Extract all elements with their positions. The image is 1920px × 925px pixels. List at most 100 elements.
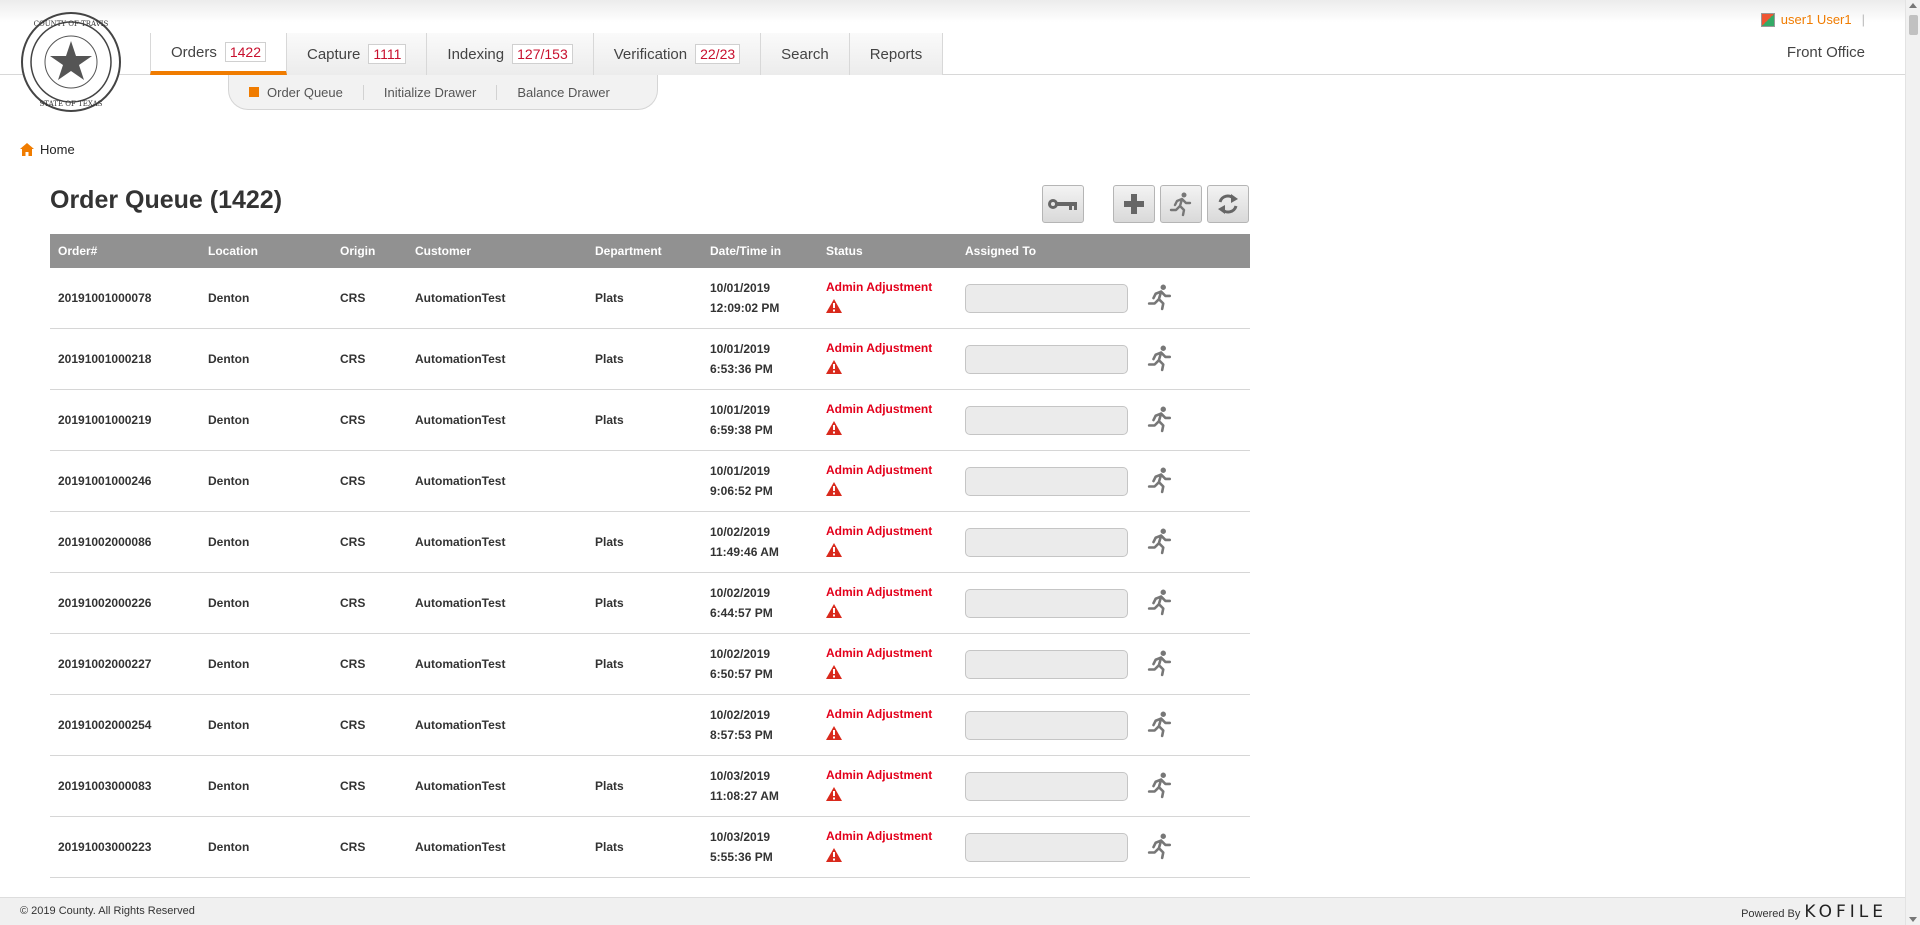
tab-search[interactable]: Search	[761, 33, 850, 75]
running-man-icon[interactable]	[1147, 528, 1173, 558]
subnav-initialize-drawer[interactable]: Initialize Drawer	[364, 84, 498, 100]
tab-reports[interactable]: Reports	[849, 33, 944, 75]
tab-label: Verification	[613, 45, 688, 63]
order-number[interactable]: 20191001000218	[50, 352, 200, 366]
col-header-origin[interactable]: Origin	[332, 244, 407, 258]
order-origin: CRS	[340, 657, 366, 671]
breadcrumb-home[interactable]: Home	[40, 142, 75, 157]
running-man-icon[interactable]	[1147, 772, 1173, 802]
order-number[interactable]: 20191002000086	[50, 535, 200, 549]
table-row[interactable]: 20191002000086 Denton CRS AutomationTest Pla…	[50, 512, 1250, 573]
order-date: 10/01/2019	[710, 342, 771, 356]
tab-verification[interactable]: Verification 22/23	[593, 33, 762, 75]
running-man-icon[interactable]	[1147, 284, 1173, 314]
table-row[interactable]: 20191001000218 Denton CRS AutomationTest Pla…	[50, 329, 1250, 390]
col-header-customer[interactable]: Customer	[407, 244, 587, 258]
table-row[interactable]: 20191003000083 Denton CRS AutomationTest Pla…	[50, 756, 1250, 817]
order-date: 10/02/2019	[710, 708, 771, 722]
table-row[interactable]: 20191001000078 Denton CRS AutomationTest Pla…	[50, 268, 1250, 329]
scroll-down-arrow-icon[interactable]	[1909, 917, 1917, 922]
warning-icon	[826, 726, 957, 743]
col-header-status[interactable]: Status	[818, 244, 957, 258]
order-customer: AutomationTest	[415, 596, 506, 610]
table-row[interactable]: 20191001000219 Denton CRS AutomationTest Pla…	[50, 390, 1250, 451]
subnav-order-queue[interactable]: Order Queue	[229, 84, 364, 100]
order-number[interactable]: 20191001000246	[50, 474, 200, 488]
row-actions	[1137, 527, 1207, 558]
row-actions	[1137, 283, 1207, 314]
order-time: 6:50:57 PM	[710, 667, 773, 681]
assigned-to-field[interactable]	[965, 710, 1128, 740]
order-time: 9:06:52 PM	[710, 484, 773, 498]
user-name[interactable]: user1 User1	[1781, 12, 1852, 27]
assigned-to-field[interactable]	[965, 588, 1128, 618]
col-header-department[interactable]: Department	[587, 244, 702, 258]
user-menu[interactable]: user1 User1 |	[1760, 12, 1865, 27]
front-office-link[interactable]: Front Office	[1787, 44, 1865, 61]
assigned-to-field[interactable]	[965, 405, 1128, 435]
warning-icon	[826, 665, 957, 682]
assigned-to-field[interactable]	[965, 649, 1128, 679]
running-man-icon[interactable]	[1147, 589, 1173, 619]
order-number[interactable]: 20191002000254	[50, 718, 200, 732]
order-number[interactable]: 20191001000219	[50, 413, 200, 427]
assigned-to-field[interactable]	[965, 344, 1128, 374]
status-text: Admin Adjustment	[826, 341, 933, 355]
footer: © 2019 County. All Rights Reserved Power…	[0, 897, 1905, 925]
order-datetime: 10/01/2019 6:53:36 PM	[702, 339, 818, 379]
order-number[interactable]: 20191002000226	[50, 596, 200, 610]
page-title: Order Queue (1422)	[50, 186, 283, 214]
running-man-icon[interactable]	[1147, 406, 1173, 436]
tab-orders[interactable]: Orders 1422	[150, 33, 287, 75]
order-number[interactable]: 20191003000223	[50, 840, 200, 854]
order-origin: CRS	[340, 596, 366, 610]
kofile-logo[interactable]: KOFILE	[1804, 902, 1887, 922]
order-datetime: 10/03/2019 11:08:27 AM	[702, 766, 818, 806]
order-status: Admin Adjustment	[818, 402, 957, 438]
sub-nav: Order Queue Initialize Drawer Balance Dr…	[228, 75, 658, 110]
table-row[interactable]: 20191002000254 Denton CRS AutomationTest 10/…	[50, 695, 1250, 756]
table-row[interactable]: 20191003000223 Denton CRS AutomationTest Pla…	[50, 817, 1250, 878]
order-number[interactable]: 20191002000227	[50, 657, 200, 671]
scroll-thumb[interactable]	[1909, 15, 1918, 35]
col-header-datetime[interactable]: Date/Time in	[702, 241, 818, 261]
tab-indexing[interactable]: Indexing 127/153	[427, 33, 594, 75]
order-number[interactable]: 20191001000078	[50, 291, 200, 305]
running-man-icon[interactable]	[1147, 467, 1173, 497]
running-man-icon[interactable]	[1147, 833, 1173, 863]
order-department: Plats	[595, 535, 624, 549]
add-order-button[interactable]	[1113, 185, 1155, 223]
assigned-to-field[interactable]	[965, 283, 1128, 313]
running-man-icon[interactable]	[1147, 345, 1173, 375]
scroll-up-arrow-icon[interactable]	[1909, 3, 1917, 8]
refresh-button[interactable]	[1207, 185, 1249, 223]
order-origin: CRS	[340, 413, 366, 427]
col-header-location[interactable]: Location	[200, 244, 332, 258]
table-row[interactable]: 20191001000246 Denton CRS AutomationTest 10/…	[50, 451, 1250, 512]
tab-label: Search	[781, 45, 829, 63]
col-header-order[interactable]: Order#	[50, 244, 200, 258]
order-department: Plats	[595, 291, 624, 305]
table-row[interactable]: 20191002000226 Denton CRS AutomationTest Pla…	[50, 573, 1250, 634]
col-header-assigned[interactable]: Assigned To	[957, 244, 1137, 258]
table-row[interactable]: 20191002000227 Denton CRS AutomationTest Pla…	[50, 634, 1250, 695]
assigned-to-field[interactable]	[965, 771, 1128, 801]
running-man-icon[interactable]	[1147, 650, 1173, 680]
assign-button[interactable]	[1160, 185, 1202, 223]
row-actions	[1137, 710, 1207, 741]
order-datetime: 10/01/2019 9:06:52 PM	[702, 461, 818, 501]
order-date: 10/02/2019	[710, 647, 771, 661]
order-customer: AutomationTest	[415, 718, 506, 732]
order-customer: AutomationTest	[415, 779, 506, 793]
assigned-to-field[interactable]	[965, 527, 1128, 557]
assigned-to-field[interactable]	[965, 466, 1128, 496]
vertical-scrollbar[interactable]	[1905, 0, 1920, 925]
order-datetime: 10/02/2019 6:44:57 PM	[702, 583, 818, 623]
running-man-icon[interactable]	[1147, 711, 1173, 741]
table-body: 20191001000078 Denton CRS AutomationTest Pla…	[50, 268, 1250, 878]
key-button[interactable]	[1042, 185, 1084, 223]
assigned-to-field[interactable]	[965, 832, 1128, 862]
subnav-balance-drawer[interactable]: Balance Drawer	[497, 85, 630, 100]
order-number[interactable]: 20191003000083	[50, 779, 200, 793]
tab-capture[interactable]: Capture 1111	[287, 33, 428, 75]
